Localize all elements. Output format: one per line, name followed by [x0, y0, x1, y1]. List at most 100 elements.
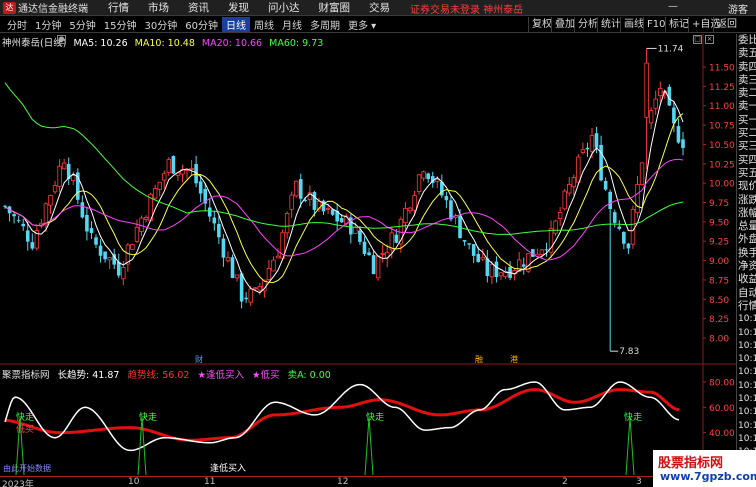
candle-down [485, 258, 490, 277]
close-chart-icon[interactable]: × [705, 35, 714, 44]
candle-down [676, 126, 681, 143]
date-label: 10 [128, 477, 140, 487]
candle-down [494, 261, 499, 278]
quote-panel-item: 卖一 [738, 100, 756, 113]
ma60-value: MA60: 9.73 [269, 38, 324, 49]
candle-down [94, 237, 98, 245]
expand-icon[interactable]: □ [693, 35, 702, 44]
tab-multi-period[interactable]: 多周期 [306, 17, 344, 32]
candle-up [61, 162, 67, 170]
back-button[interactable]: 返回 [713, 17, 740, 32]
candle-down [622, 231, 626, 244]
data-source-label: 由此开始数据 [3, 463, 51, 473]
tab-60min[interactable]: 60分钟 [181, 17, 222, 32]
tab-weekly[interactable]: 周线 [250, 17, 278, 32]
indicator-name[interactable]: 聚票指标网 [2, 370, 50, 381]
tab-5min[interactable]: 5分钟 [65, 17, 99, 32]
guest-label[interactable]: 游客 [728, 1, 748, 16]
quote-panel-item: 行情 [738, 299, 756, 312]
tab-30min[interactable]: 30分钟 [140, 17, 181, 32]
candle-up [557, 212, 563, 219]
app-logo-icon: 达 [3, 1, 16, 14]
quote-panel-item: 涨幅 [738, 206, 756, 219]
long-trend-line [4, 381, 680, 452]
candle-down [212, 217, 217, 224]
menu-news[interactable]: 资讯 [188, 0, 209, 15]
ma5-value: MA5: 10.26 [73, 38, 128, 49]
candle-up [225, 257, 231, 262]
candle-up [576, 156, 581, 183]
candle-down [449, 200, 453, 220]
candle-down [358, 230, 362, 242]
trend-line [4, 388, 680, 442]
quote-panel-item: 10:1 [738, 354, 756, 365]
candle-up [489, 263, 495, 278]
candle-up [162, 173, 167, 181]
candle-down [230, 257, 235, 278]
menu-discover[interactable]: 发现 [228, 0, 249, 15]
tab-daily[interactable]: 日线 [221, 17, 250, 32]
candle-down [171, 156, 176, 174]
candle-up [567, 184, 572, 194]
fast-run-label: 快走 [624, 411, 642, 423]
candle-down [16, 220, 21, 222]
candle-up [480, 256, 485, 260]
quote-panel-item: 10:1 [738, 340, 756, 351]
candle-up [43, 203, 49, 226]
candle-up [658, 87, 663, 97]
candle-down [98, 245, 103, 256]
candle-down [339, 218, 344, 223]
tab-monthly[interactable]: 月线 [278, 17, 306, 32]
login-warning[interactable]: 证券交易未登录 神州泰岳 [410, 1, 523, 16]
candle-up [571, 177, 576, 188]
event-marker: 融 [475, 354, 483, 364]
date-axis: 2023年 10 11 12 2 3 [0, 476, 736, 487]
quote-panel-item: 换手 [738, 246, 756, 259]
event-marker: 港 [510, 354, 518, 364]
price-tick-label: 8.00 [709, 335, 729, 345]
tab-intraday[interactable]: 分时 [3, 17, 31, 32]
candle-up [580, 149, 586, 153]
candle-up [412, 195, 417, 211]
menu-ask-xiaoda[interactable]: 问小达 [268, 0, 300, 15]
menu-market[interactable]: 市场 [148, 0, 169, 15]
candle-up [435, 179, 440, 182]
candle-up [130, 244, 135, 250]
quote-panel-item: 买一 [738, 113, 756, 126]
menu-quotes[interactable]: 行情 [108, 0, 129, 15]
low-buy-legend: ★低买 [252, 370, 280, 381]
menu-wealth-circle[interactable]: 财富圈 [319, 0, 351, 15]
candle-down [608, 191, 612, 210]
candle-up [630, 209, 636, 245]
ind-tick-label: 80.00 [709, 379, 735, 389]
title-bar: 达 通达信金融终端 行情 市场 资讯 发现 问小达 财富圈 交易 证券交易未登录… [0, 0, 756, 16]
minimize-button[interactable]: — [668, 1, 678, 12]
quote-panel-item: 10:1 [738, 314, 756, 325]
candle-up [644, 62, 649, 118]
candle-up [253, 287, 258, 290]
price-tick-label: 9.00 [709, 257, 729, 267]
indicator-menu-icon[interactable]: ● [57, 35, 66, 44]
price-tick-label: 8.50 [709, 296, 729, 306]
quote-panel-item: 10:1 [738, 433, 756, 444]
candle-up [57, 165, 62, 187]
kline-chart[interactable]: 11.74 7.83 财 融 港 11.50 11.25 11.00 10.75 10.50 10… [0, 34, 736, 476]
watermark-title: 股票指标网 [658, 456, 724, 471]
candle-up [71, 175, 76, 182]
tab-1min[interactable]: 1分钟 [31, 17, 65, 32]
candle-up [271, 259, 276, 272]
tab-more[interactable]: 更多 ▾ [344, 17, 380, 32]
buy-low-legend: ★逢低买入 [197, 370, 244, 381]
ma60-line [4, 82, 684, 235]
quote-panel-item: 自动 [738, 286, 756, 299]
tab-15min[interactable]: 15分钟 [100, 17, 141, 32]
quote-panel-item: 卖三 [738, 73, 756, 86]
price-tick-label: 11.50 [709, 64, 735, 74]
candle-up [134, 226, 140, 242]
candle-up [48, 195, 53, 206]
candle-up [189, 167, 194, 170]
low-marker: 7.83 [619, 347, 639, 357]
menu-trade[interactable]: 交易 [369, 0, 390, 15]
candle-up [257, 286, 263, 291]
long-trend-value: 长趋势: 41.87 [57, 370, 120, 381]
